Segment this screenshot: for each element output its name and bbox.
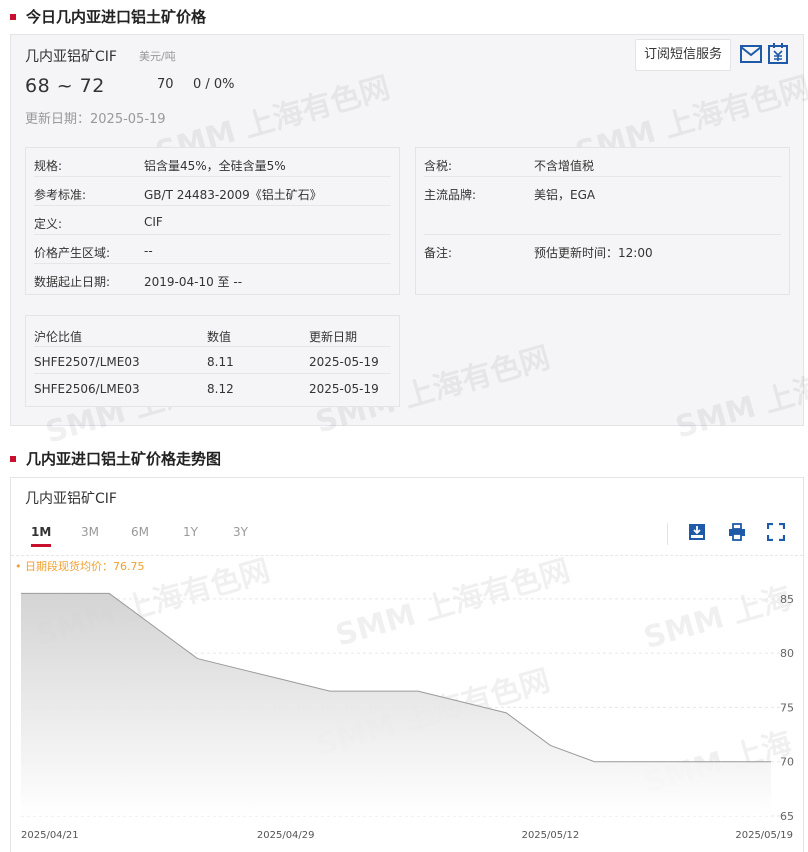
ratio-header: 更新日期 [309, 330, 358, 344]
spec-label: 数据起止日期: [34, 275, 111, 289]
spec-value: -- [144, 244, 153, 258]
spec-row: 含税: 不含增值税 [424, 148, 781, 177]
spec-value: 2019-04-10 至 -- [144, 275, 243, 289]
watermark: SMM 上海有色网 [671, 345, 808, 446]
y-tick-label: 65 [780, 810, 794, 823]
y-tick-label: 80 [780, 647, 794, 660]
calendar-icon[interactable] [767, 42, 789, 64]
ratio-header: 沪伦比值 [34, 330, 83, 344]
price-unit: 美元/吨 [139, 50, 176, 63]
y-tick-label: 85 [780, 593, 794, 606]
spec-label: 主流品牌: [424, 188, 477, 202]
spec-row: 规格: 铝含量45%，全硅含量5% [34, 148, 391, 177]
spec-row: 参考标准: GB/T 24483-2009《铝土矿石》 [34, 177, 391, 206]
spec-label: 备注: [424, 246, 453, 260]
spec-label: 规格: [34, 159, 63, 173]
section-title: 几内亚进口铝土矿价格走势图 [26, 450, 222, 468]
ratio-header: 数值 [207, 330, 232, 344]
section-marker [10, 455, 16, 462]
section-title: 今日几内亚进口铝土矿价格 [26, 8, 207, 26]
ratio-table-header: 沪伦比值 数值 更新日期 [34, 320, 391, 347]
ratio-table: 沪伦比值 数值 更新日期 SHFE2507/LME03 8.11 2025-05… [25, 315, 400, 407]
ratio-cell: 2025-05-19 [309, 382, 379, 396]
x-tick-label: 2025/04/29 [257, 830, 315, 841]
spec-label: 含税: [424, 159, 453, 173]
spec-label: 定义: [34, 217, 63, 231]
table-row: SHFE2506/LME03 8.12 2025-05-19 [34, 374, 391, 401]
product-name: 几内亚铝矿CIF [25, 49, 117, 65]
y-tick-label: 75 [780, 701, 794, 714]
spec-label: 价格产生区域: [34, 246, 111, 260]
price-range: 68 ~ 72 [25, 75, 105, 97]
spec-row: 备注: 预估更新时间：12:00 [424, 235, 781, 264]
spec-value: GB/T 24483-2009《铝土矿石》 [144, 188, 322, 202]
spec-value: CIF [144, 215, 163, 229]
spec-value: 美铝，EGA [534, 188, 596, 202]
spec-value: 预估更新时间：12:00 [534, 246, 653, 260]
x-tick-label: 2025/04/21 [21, 830, 79, 841]
price-panel: SMM 上海有色网 SMM 上海有色网 SMM 上海有色网 SMM 上海有色网 … [10, 34, 808, 451]
table-row: SHFE2507/LME03 8.11 2025-05-19 [34, 347, 391, 374]
price-change: 0 / 0% [193, 77, 235, 92]
x-tick-label: 2025/05/12 [522, 830, 580, 841]
specs-right-box: 含税: 不含增值税 主流品牌: 美铝，EGA 备注: 预估更新时间：12:00 [415, 147, 790, 295]
spec-row: 定义: CIF [34, 206, 391, 235]
chart-panel: 几内亚铝矿CIF 1M 3M 6M 1Y 3Y • 日期段现货均价：76.75 … [10, 477, 804, 852]
section-header-price-trend: 几内亚进口铝土矿价格走势图 [10, 448, 221, 469]
mail-icon[interactable] [740, 45, 762, 63]
y-tick-label: 70 [780, 756, 794, 769]
spec-row: 价格产生区域: -- [34, 235, 391, 264]
ratio-cell: SHFE2507/LME03 [34, 355, 140, 369]
x-tick-label: 2025/05/19 [735, 830, 793, 841]
ratio-cell: SHFE2506/LME03 [34, 382, 140, 396]
spec-value: 不含增值税 [534, 159, 595, 173]
price-trend-chart: 65 70 75 80 85 2025/04/21 2025/04/29 2025/05/1… [21, 593, 795, 841]
spec-row: 主流品牌: 美铝，EGA [424, 177, 781, 235]
ratio-cell: 2025-05-19 [309, 355, 379, 369]
spec-row: 数据起止日期: 2019-04-10 至 -- [34, 264, 391, 293]
ratio-cell: 8.12 [207, 382, 234, 396]
specs-left-box: 规格: 铝含量45%，全硅含量5% 参考标准: GB/T 24483-2009《… [25, 147, 400, 295]
ratio-cell: 8.11 [207, 355, 234, 369]
spec-label: 参考标准: [34, 188, 87, 202]
spec-value: 铝含量45%，全硅含量5% [144, 159, 286, 173]
section-header-today-price: 今日几内亚进口铝土矿价格 [10, 6, 206, 27]
section-marker [10, 13, 16, 20]
update-date: 更新日期：2025-05-19 [25, 112, 166, 127]
subscribe-sms-button[interactable]: 订阅短信服务 [635, 39, 732, 71]
mid-price: 70 [157, 77, 174, 92]
price-area [21, 593, 771, 816]
